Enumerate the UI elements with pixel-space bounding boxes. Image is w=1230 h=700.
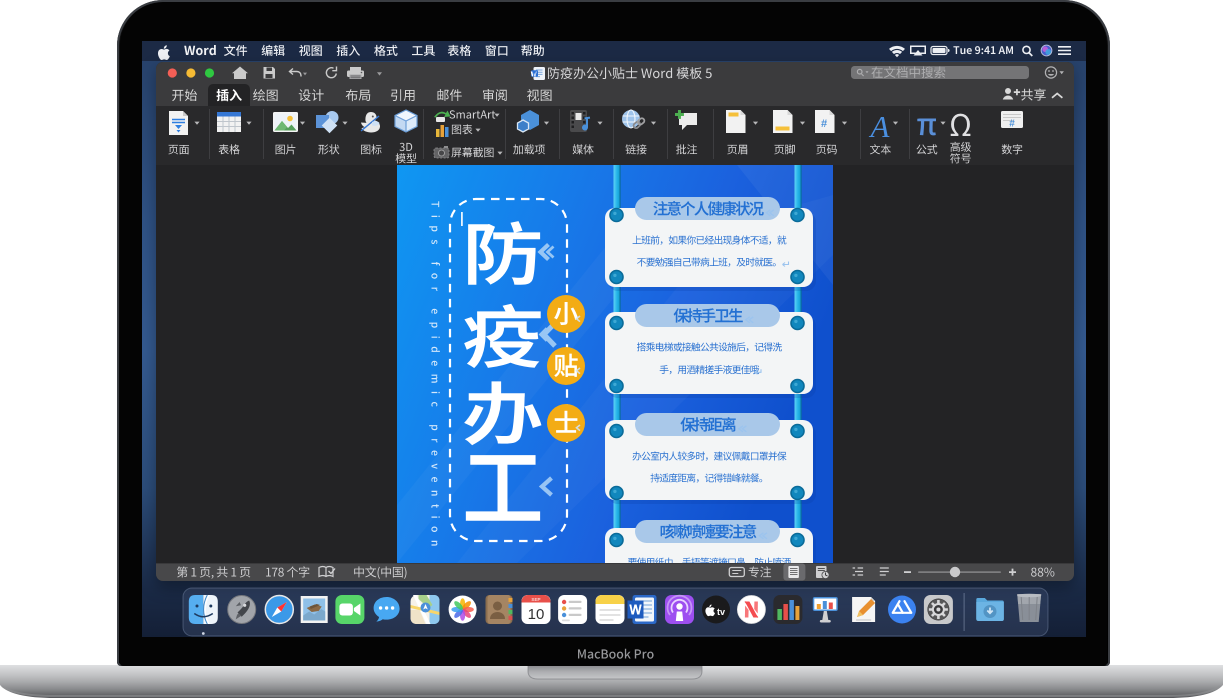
svg-text:A: A: [869, 109, 891, 144]
svg-text:#: #: [1009, 119, 1015, 130]
svg-text:#: #: [821, 118, 827, 130]
svg-text:10: 10: [528, 606, 545, 623]
svg-text:SEP: SEP: [531, 597, 540, 602]
svg-text:tv: tv: [717, 607, 725, 617]
